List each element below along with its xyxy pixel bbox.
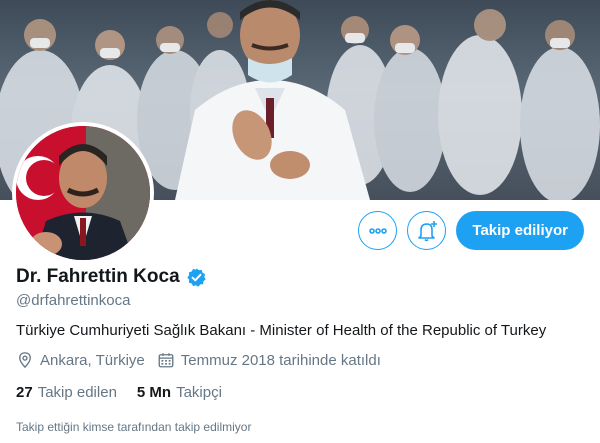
following-count: 27 <box>16 384 33 401</box>
following-button[interactable]: Takip ediliyor <box>456 211 584 250</box>
more-horizontal-icon <box>369 227 387 234</box>
bell-plus-icon <box>418 220 437 241</box>
avatar[interactable] <box>16 126 150 260</box>
followers-label: Takipçi <box>176 384 222 401</box>
profile-bio: Türkiye Cumhuriyeti Sağlık Bakanı - Mini… <box>16 322 547 339</box>
joined-date-text: Temmuz 2018 tarihinde katıldı <box>180 351 381 369</box>
location-text: Ankara, Türkiye <box>40 351 145 369</box>
location-pin-icon <box>19 352 31 369</box>
following-label: Takip edilen <box>37 384 117 401</box>
followers-count: 5 Mn <box>136 384 172 401</box>
followed-by-note: Takip ettiğin kimse tarafından takip edi… <box>16 420 252 434</box>
location-item: Ankara, Türkiye <box>16 351 145 369</box>
profile-actions: Takip ediliyor <box>358 211 584 250</box>
followers-stat-link[interactable]: 5 Mn Takipçi <box>137 384 222 401</box>
verified-badge-icon <box>186 267 207 288</box>
notifications-button[interactable] <box>407 211 447 250</box>
profile-info: Dr. Fahrettin Koca @drfahrettinkoca Türk… <box>16 266 586 434</box>
avatar-image <box>16 126 150 260</box>
profile-meta: Ankara, Türkiye Temmuz 2018 tarihinde ka… <box>16 351 586 369</box>
name-row: Dr. Fahrettin Koca <box>16 266 586 288</box>
joined-item: Temmuz 2018 tarihinde katıldı <box>157 351 381 369</box>
follow-stats: 27 Takip edilen 5 Mn Takipçi <box>16 384 586 401</box>
profile-handle: @drfahrettinkoca <box>16 292 131 309</box>
more-options-button[interactable] <box>358 211 398 250</box>
calendar-icon <box>158 353 174 368</box>
profile-name: Dr. Fahrettin Koca <box>16 266 180 287</box>
profile-avatar-frame[interactable] <box>12 122 154 264</box>
following-stat-link[interactable]: 27 Takip edilen <box>16 384 117 401</box>
